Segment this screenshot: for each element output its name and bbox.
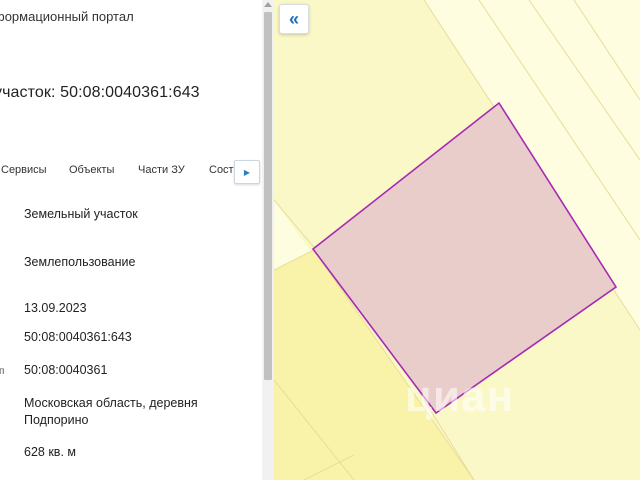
detail-quarter[interactable]: 50:08:0040361	[24, 363, 107, 377]
detail-address: Московская область, деревня Подпорино	[24, 396, 198, 427]
tab-parcel-parts[interactable]: Части ЗУ	[138, 164, 185, 176]
tab-bar: Сервисы Объекты Части ЗУ Соста ▶	[0, 160, 262, 184]
scroll-up-icon[interactable]	[264, 2, 272, 7]
parcel-title: участок: 50:08:0040361:643	[0, 84, 200, 101]
detail-cadastral-number: 50:08:0040361:643	[24, 330, 132, 344]
portal-title: формационный портал	[0, 9, 134, 24]
detail-date: 13.09.2023	[24, 301, 87, 315]
panel-scrollbar[interactable]	[262, 0, 274, 480]
detail-area: 628 кв. м	[24, 445, 76, 459]
detail-usage: Землепользование	[24, 255, 136, 269]
tab-objects[interactable]: Объекты	[69, 164, 114, 176]
tabs-scroll-right-button[interactable]: ▶	[234, 160, 260, 184]
info-panel: формационный портал участок: 50:08:00403…	[0, 0, 262, 480]
scroll-thumb[interactable]	[264, 12, 272, 380]
map-view[interactable]: циан	[274, 0, 640, 480]
detail-type: Земельный участок	[24, 207, 138, 221]
quarter-label-fragment: п	[0, 366, 5, 377]
cian-watermark: циан	[405, 372, 515, 421]
tab-services[interactable]: Сервисы	[1, 164, 47, 176]
caret-right-icon: ▶	[243, 167, 251, 177]
collapse-panel-button[interactable]: «	[279, 4, 309, 34]
double-chevron-left-icon: «	[288, 8, 299, 29]
